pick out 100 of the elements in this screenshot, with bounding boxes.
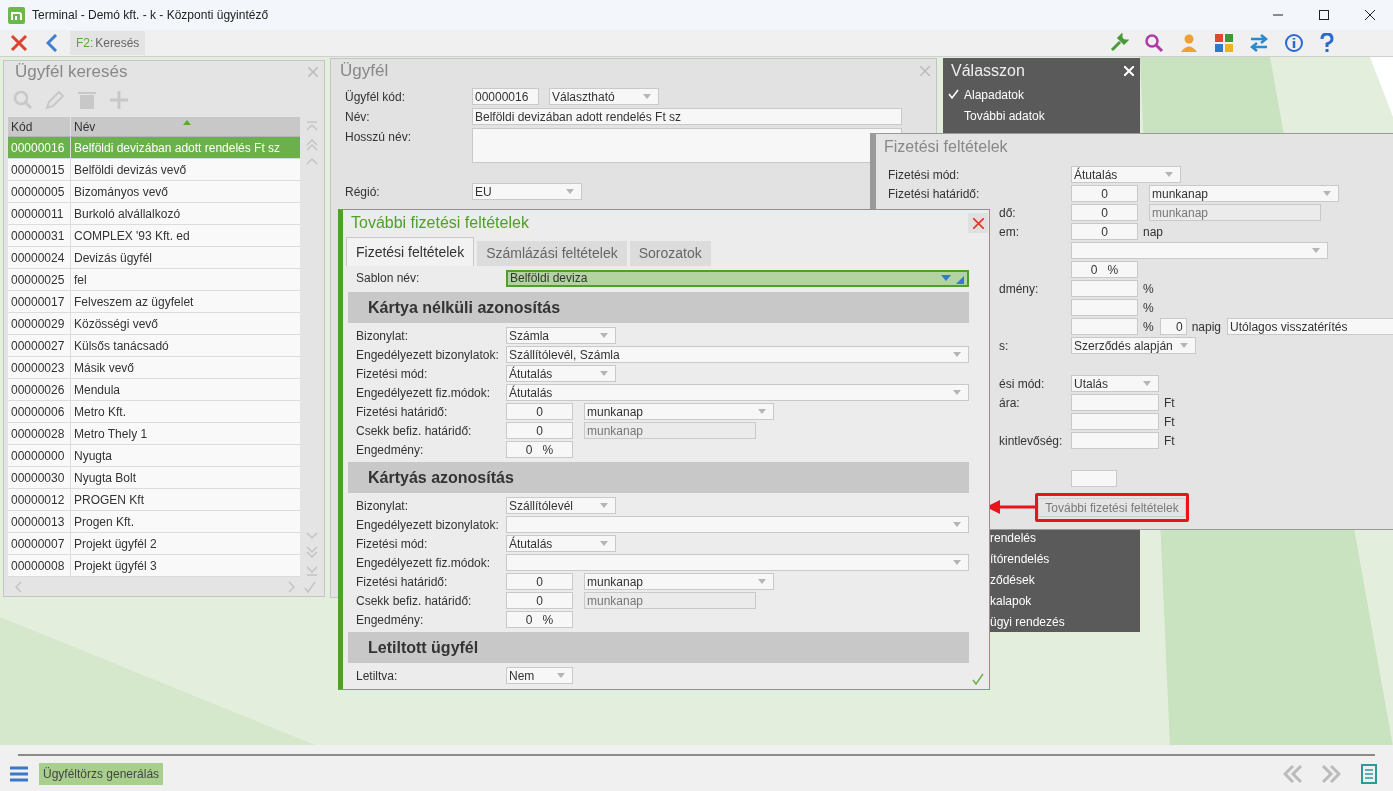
dropdown[interactable]: EU (472, 183, 582, 200)
scroll-page-down-icon[interactable] (306, 546, 318, 558)
dropdown[interactable]: munkanap (584, 403, 774, 420)
table-row[interactable]: 00000025 fel (8, 269, 300, 291)
dropdown[interactable]: munkanap (584, 573, 774, 590)
dropdown[interactable] (1071, 242, 1328, 259)
dropdown[interactable] (506, 554, 969, 571)
scroll-up-icon[interactable] (306, 157, 318, 165)
scroll-top-icon[interactable] (306, 121, 318, 133)
dropdown[interactable]: Átutalás (506, 365, 616, 382)
table-row[interactable]: 00000000 Nyugta (8, 445, 300, 467)
plus-icon[interactable] (109, 90, 129, 110)
input-field[interactable] (1071, 394, 1159, 411)
menu-item[interactable]: További adatok (943, 105, 1140, 126)
input-field[interactable] (1071, 299, 1138, 316)
table-row[interactable]: 00000026 Mendula (8, 379, 300, 401)
input-field[interactable]: Belföldi devizában adott rendelés Ft sz (472, 108, 902, 125)
table-row[interactable]: 00000005 Bizományos vevő (8, 181, 300, 203)
template-dropdown[interactable]: Belföldi deviza (506, 269, 969, 287)
scroll-bottom-icon[interactable] (306, 564, 318, 576)
tab[interactable]: Sorozatok (629, 241, 711, 266)
check-icon[interactable] (972, 673, 984, 685)
dropdown[interactable]: Átutalás (506, 384, 969, 401)
tab[interactable]: Számlázási feltételek (477, 241, 627, 266)
tiles-icon[interactable] (1214, 33, 1234, 53)
dropdown[interactable]: Utalás (1071, 375, 1159, 392)
column-header[interactable]: Név (71, 117, 300, 136)
close-icon[interactable] (10, 34, 28, 52)
caret-icon (952, 389, 962, 396)
table-row[interactable]: 00000013 Progen Kft. (8, 511, 300, 533)
scroll-left-icon[interactable] (14, 581, 22, 593)
dropdown[interactable]: Átutalás (1071, 166, 1181, 183)
dropdown[interactable]: Nem (506, 667, 573, 684)
table-row[interactable]: 00000012 PROGEN Kft (8, 489, 300, 511)
dropdown[interactable]: Átutalás (506, 535, 616, 552)
input-field[interactable]: 0 (506, 422, 573, 439)
table-row[interactable]: 00000007 Projekt ügyfél 2 (8, 533, 300, 555)
table-row[interactable]: 00000027 Külsős tanácsadó (8, 335, 300, 357)
close-button[interactable] (968, 213, 988, 233)
pencil-icon[interactable] (45, 90, 65, 110)
dropdown[interactable]: Számla (506, 327, 616, 344)
table-row[interactable]: 00000008 Projekt ügyfél 3 (8, 555, 300, 577)
input-field[interactable]: Utólagos visszatérítés (1227, 318, 1393, 335)
dropdown[interactable]: munkanap (1149, 185, 1339, 202)
person-icon[interactable] (1179, 33, 1199, 53)
table-row[interactable]: 00000023 Másik vevő (8, 357, 300, 379)
double-right-icon[interactable] (1321, 765, 1341, 783)
check-icon[interactable] (304, 581, 316, 593)
field-label: Engedmény: (355, 611, 425, 629)
table-row[interactable]: 00000015 Belföldi devizás vevő (8, 159, 300, 181)
table-cell: 00000000 (8, 445, 71, 466)
table-row[interactable]: 00000006 Metro Kft. (8, 401, 300, 423)
input-field[interactable]: 0 (506, 592, 573, 609)
dropdown[interactable] (506, 516, 969, 533)
swap-arrows-icon[interactable] (1249, 33, 1269, 53)
scroll-down-icon[interactable] (306, 532, 318, 540)
menu-icon[interactable] (10, 766, 28, 782)
dropdown[interactable]: Szállítólevél (506, 497, 616, 514)
table-row[interactable]: 00000028 Metro Thely 1 (8, 423, 300, 445)
double-left-icon[interactable] (1283, 765, 1303, 783)
input-field[interactable]: 0 (1071, 185, 1138, 202)
table-row[interactable]: 00000017 Felveszem az ügyfelet (8, 291, 300, 313)
help-icon[interactable] (1319, 33, 1335, 53)
input-field[interactable]: 0 (1071, 223, 1138, 240)
document-icon[interactable] (1361, 764, 1377, 784)
search-tab[interactable]: F2: Keresés (70, 31, 146, 55)
input-field[interactable] (1071, 318, 1138, 335)
input-field[interactable]: 0 (506, 403, 573, 420)
table-row[interactable]: 00000024 Devizás ügyfél (8, 247, 300, 269)
menu-item[interactable]: Alapadatok (943, 84, 1140, 105)
tab[interactable]: Fizetési feltételek (346, 237, 475, 266)
input-field[interactable]: 00000016 (472, 88, 539, 105)
table-row[interactable]: 00000029 Közösségi vevő (8, 313, 300, 335)
trash-icon[interactable] (77, 90, 97, 110)
search-icon[interactable] (1144, 33, 1164, 53)
generate-button[interactable]: Ügyféltörzs generálás (39, 763, 164, 785)
table-row[interactable]: 00000011 Burkoló alvállalkozó (8, 203, 300, 225)
table-row[interactable]: 00000030 Nyugta Bolt (8, 467, 300, 489)
wrench-icon[interactable] (1109, 33, 1129, 53)
input-field[interactable] (1071, 470, 1117, 487)
input-field[interactable]: 0 % (506, 611, 573, 628)
caret-icon (599, 502, 609, 509)
dropdown[interactable]: Szerződés alapján (1071, 337, 1196, 354)
input-field[interactable]: 0 (1071, 204, 1138, 221)
dropdown[interactable]: Választható (549, 88, 659, 105)
dropdown[interactable]: Szállítólevél, Számla (506, 346, 969, 363)
input-field[interactable]: 0 (506, 573, 573, 590)
input-field[interactable]: 0 % (1071, 261, 1138, 278)
back-icon[interactable] (46, 34, 58, 52)
scroll-page-up-icon[interactable] (306, 139, 318, 151)
input-field[interactable] (1071, 432, 1159, 449)
scroll-right-icon[interactable] (288, 581, 296, 593)
table-row[interactable]: 00000031 COMPLEX '93 Kft. ed (8, 225, 300, 247)
more-payment-terms-button[interactable]: További fizetési feltételek (1038, 498, 1186, 517)
input-field[interactable] (1071, 280, 1138, 297)
input-field[interactable]: 0 (1159, 318, 1187, 335)
input-field[interactable]: 0 % (506, 441, 573, 458)
input-field[interactable] (1071, 413, 1159, 430)
column-header[interactable]: Kód (8, 117, 71, 136)
info-icon[interactable] (1284, 33, 1304, 53)
